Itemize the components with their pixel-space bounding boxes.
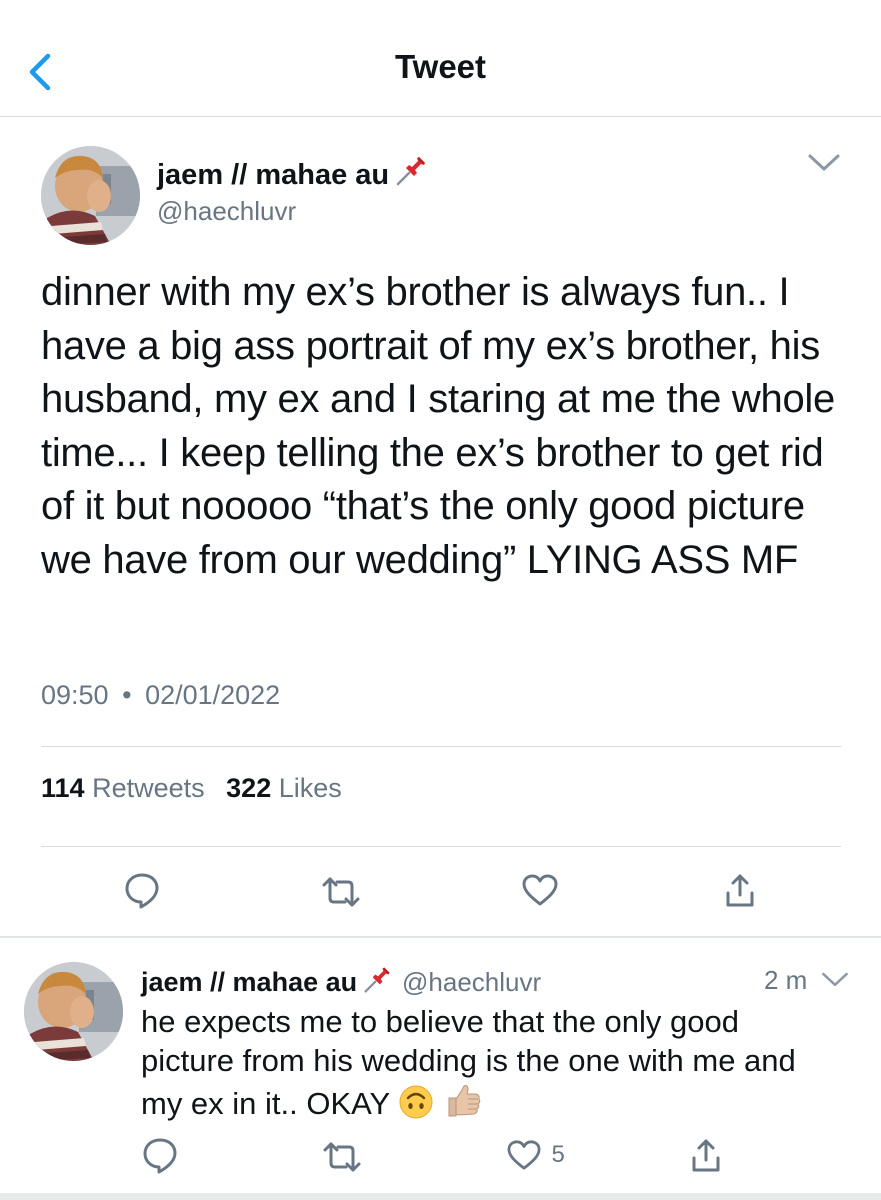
- likes-count: 322: [226, 773, 272, 803]
- retweet-icon: [323, 1142, 361, 1172]
- heart-icon: [522, 874, 558, 906]
- like-button[interactable]: 5: [507, 1139, 565, 1171]
- reply-time: 2 m: [764, 965, 808, 995]
- tweet-date: 02/01/2022: [145, 680, 281, 710]
- like-count: 5: [551, 1141, 565, 1168]
- avatar[interactable]: [24, 962, 123, 1061]
- bottom-divider: [0, 1193, 881, 1200]
- tweet-time: 09:50: [41, 680, 109, 710]
- separator-dot: •: [122, 680, 132, 710]
- retweet-button[interactable]: [321, 874, 361, 915]
- retweets-label: Retweets: [92, 773, 205, 803]
- retweet-button[interactable]: [322, 1139, 362, 1180]
- reply-icon: [143, 1138, 177, 1174]
- display-name: jaem // mahae au: [157, 159, 390, 191]
- section-divider: [0, 936, 881, 938]
- reply-button[interactable]: [142, 1136, 178, 1179]
- chevron-down-icon: [822, 972, 848, 987]
- display-name: jaem // mahae au: [141, 967, 358, 997]
- share-button[interactable]: [724, 871, 756, 914]
- divider: [41, 746, 841, 747]
- retweets-stat[interactable]: 114 Retweets: [41, 773, 205, 803]
- handle: @haechluvr: [402, 967, 542, 997]
- like-button[interactable]: [522, 873, 558, 912]
- heart-icon: [507, 1140, 541, 1170]
- reply-icon: [125, 873, 159, 909]
- tweet-stats: 114 Retweets 322 Likes: [41, 773, 342, 804]
- thumbs-up-icon: [443, 1080, 483, 1129]
- divider: [41, 846, 841, 847]
- page-title: Tweet: [394, 48, 487, 85]
- chevron-down-icon: [808, 154, 840, 171]
- likes-label: Likes: [278, 773, 342, 803]
- reply-author[interactable]: jaem // mahae au @haechluvr: [141, 963, 541, 1000]
- share-button[interactable]: [690, 1136, 722, 1179]
- tweet-text: dinner with my ex’s brother is always fu…: [41, 270, 835, 582]
- tweet-timestamp: 09:50 • 02/01/2022: [41, 680, 280, 711]
- avatar[interactable]: [41, 146, 140, 245]
- more-options-button[interactable]: [820, 968, 850, 995]
- share-icon: [726, 874, 754, 907]
- retweet-icon: [322, 877, 360, 907]
- handle: @haechluvr: [157, 196, 297, 226]
- upside-down-face-icon: [398, 1084, 434, 1129]
- retweets-count: 114: [41, 773, 85, 803]
- pushpin-icon: [362, 963, 394, 1000]
- reply-button[interactable]: [124, 871, 160, 914]
- pushpin-icon: [394, 152, 430, 193]
- share-icon: [692, 1139, 720, 1172]
- likes-stat[interactable]: 322 Likes: [226, 773, 342, 803]
- reply-text-block: he expects me to believe that the only g…: [141, 1002, 821, 1129]
- tweet-author[interactable]: jaem // mahae au: [157, 152, 430, 193]
- more-options-button[interactable]: [806, 150, 842, 179]
